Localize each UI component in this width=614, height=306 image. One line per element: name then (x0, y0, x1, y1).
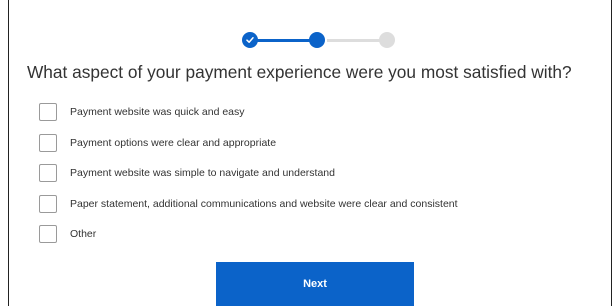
checkbox[interactable] (39, 164, 57, 182)
checkbox[interactable] (39, 225, 57, 243)
step-1-complete (242, 32, 258, 48)
progress-line-remaining (327, 39, 387, 42)
question-text: What aspect of your payment experience w… (27, 62, 572, 82)
option-other[interactable]: Other (39, 225, 458, 256)
option-label: Payment website was quick and easy (70, 106, 245, 118)
option-quick-easy[interactable]: Payment website was quick and easy (39, 103, 458, 134)
option-label: Paper statement, additional communicatio… (70, 197, 458, 210)
checkbox[interactable] (39, 103, 57, 121)
survey-panel: What aspect of your payment experience w… (8, 0, 612, 306)
progress-stepper (9, 30, 611, 50)
step-3-upcoming (379, 32, 395, 48)
checkmark-icon (246, 37, 254, 43)
checkbox[interactable] (39, 194, 57, 213)
next-button[interactable]: Next (216, 262, 414, 306)
checkbox[interactable] (39, 133, 57, 152)
step-2-current (309, 32, 325, 48)
option-simple-navigate[interactable]: Payment website was simple to navigate a… (39, 164, 458, 195)
option-label: Payment options were clear and appropria… (70, 136, 277, 149)
option-label: Payment website was simple to navigate a… (70, 167, 335, 179)
option-paper-statement[interactable]: Paper statement, additional communicatio… (39, 194, 458, 226)
option-clear-appropriate[interactable]: Payment options were clear and appropria… (39, 133, 458, 165)
option-label: Other (70, 228, 97, 240)
options-list: Payment website was quick and easy Payme… (39, 103, 458, 256)
